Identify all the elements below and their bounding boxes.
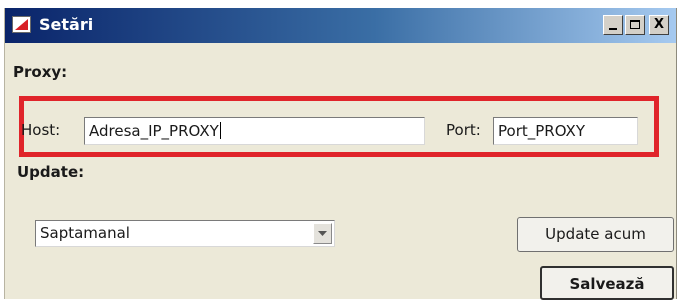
minimize-icon [609,28,617,30]
app-logo-icon [12,16,31,33]
host-input[interactable]: Adresa_IP_PROXY [84,117,425,145]
port-input[interactable]: Port_PROXY [493,117,638,145]
title-bar[interactable]: Setări X [5,8,676,43]
close-button[interactable]: X [649,15,669,35]
port-label: Port: [446,121,481,139]
proxy-section-label: Proxy: [13,63,68,81]
maximize-icon [630,20,640,29]
update-now-button[interactable]: Update acum [517,217,674,252]
window-title: Setări [39,15,94,34]
update-frequency-select[interactable]: Saptamanal [35,220,335,247]
close-icon: X [653,17,665,32]
save-button[interactable]: Salvează [540,266,674,300]
host-input-value: Adresa_IP_PROXY [89,122,219,140]
host-label: Host: [21,121,61,139]
chevron-down-icon [318,231,327,236]
update-section-label: Update: [17,163,85,181]
update-frequency-value: Saptamanal [40,224,130,242]
minimize-button[interactable] [603,15,623,35]
maximize-button[interactable] [625,15,645,35]
port-input-value: Port_PROXY [498,122,585,140]
dropdown-button[interactable] [313,223,332,244]
settings-window: Setări X Proxy: Host: Adresa_IP_PROXY Po… [4,8,677,300]
text-caret [219,122,221,139]
